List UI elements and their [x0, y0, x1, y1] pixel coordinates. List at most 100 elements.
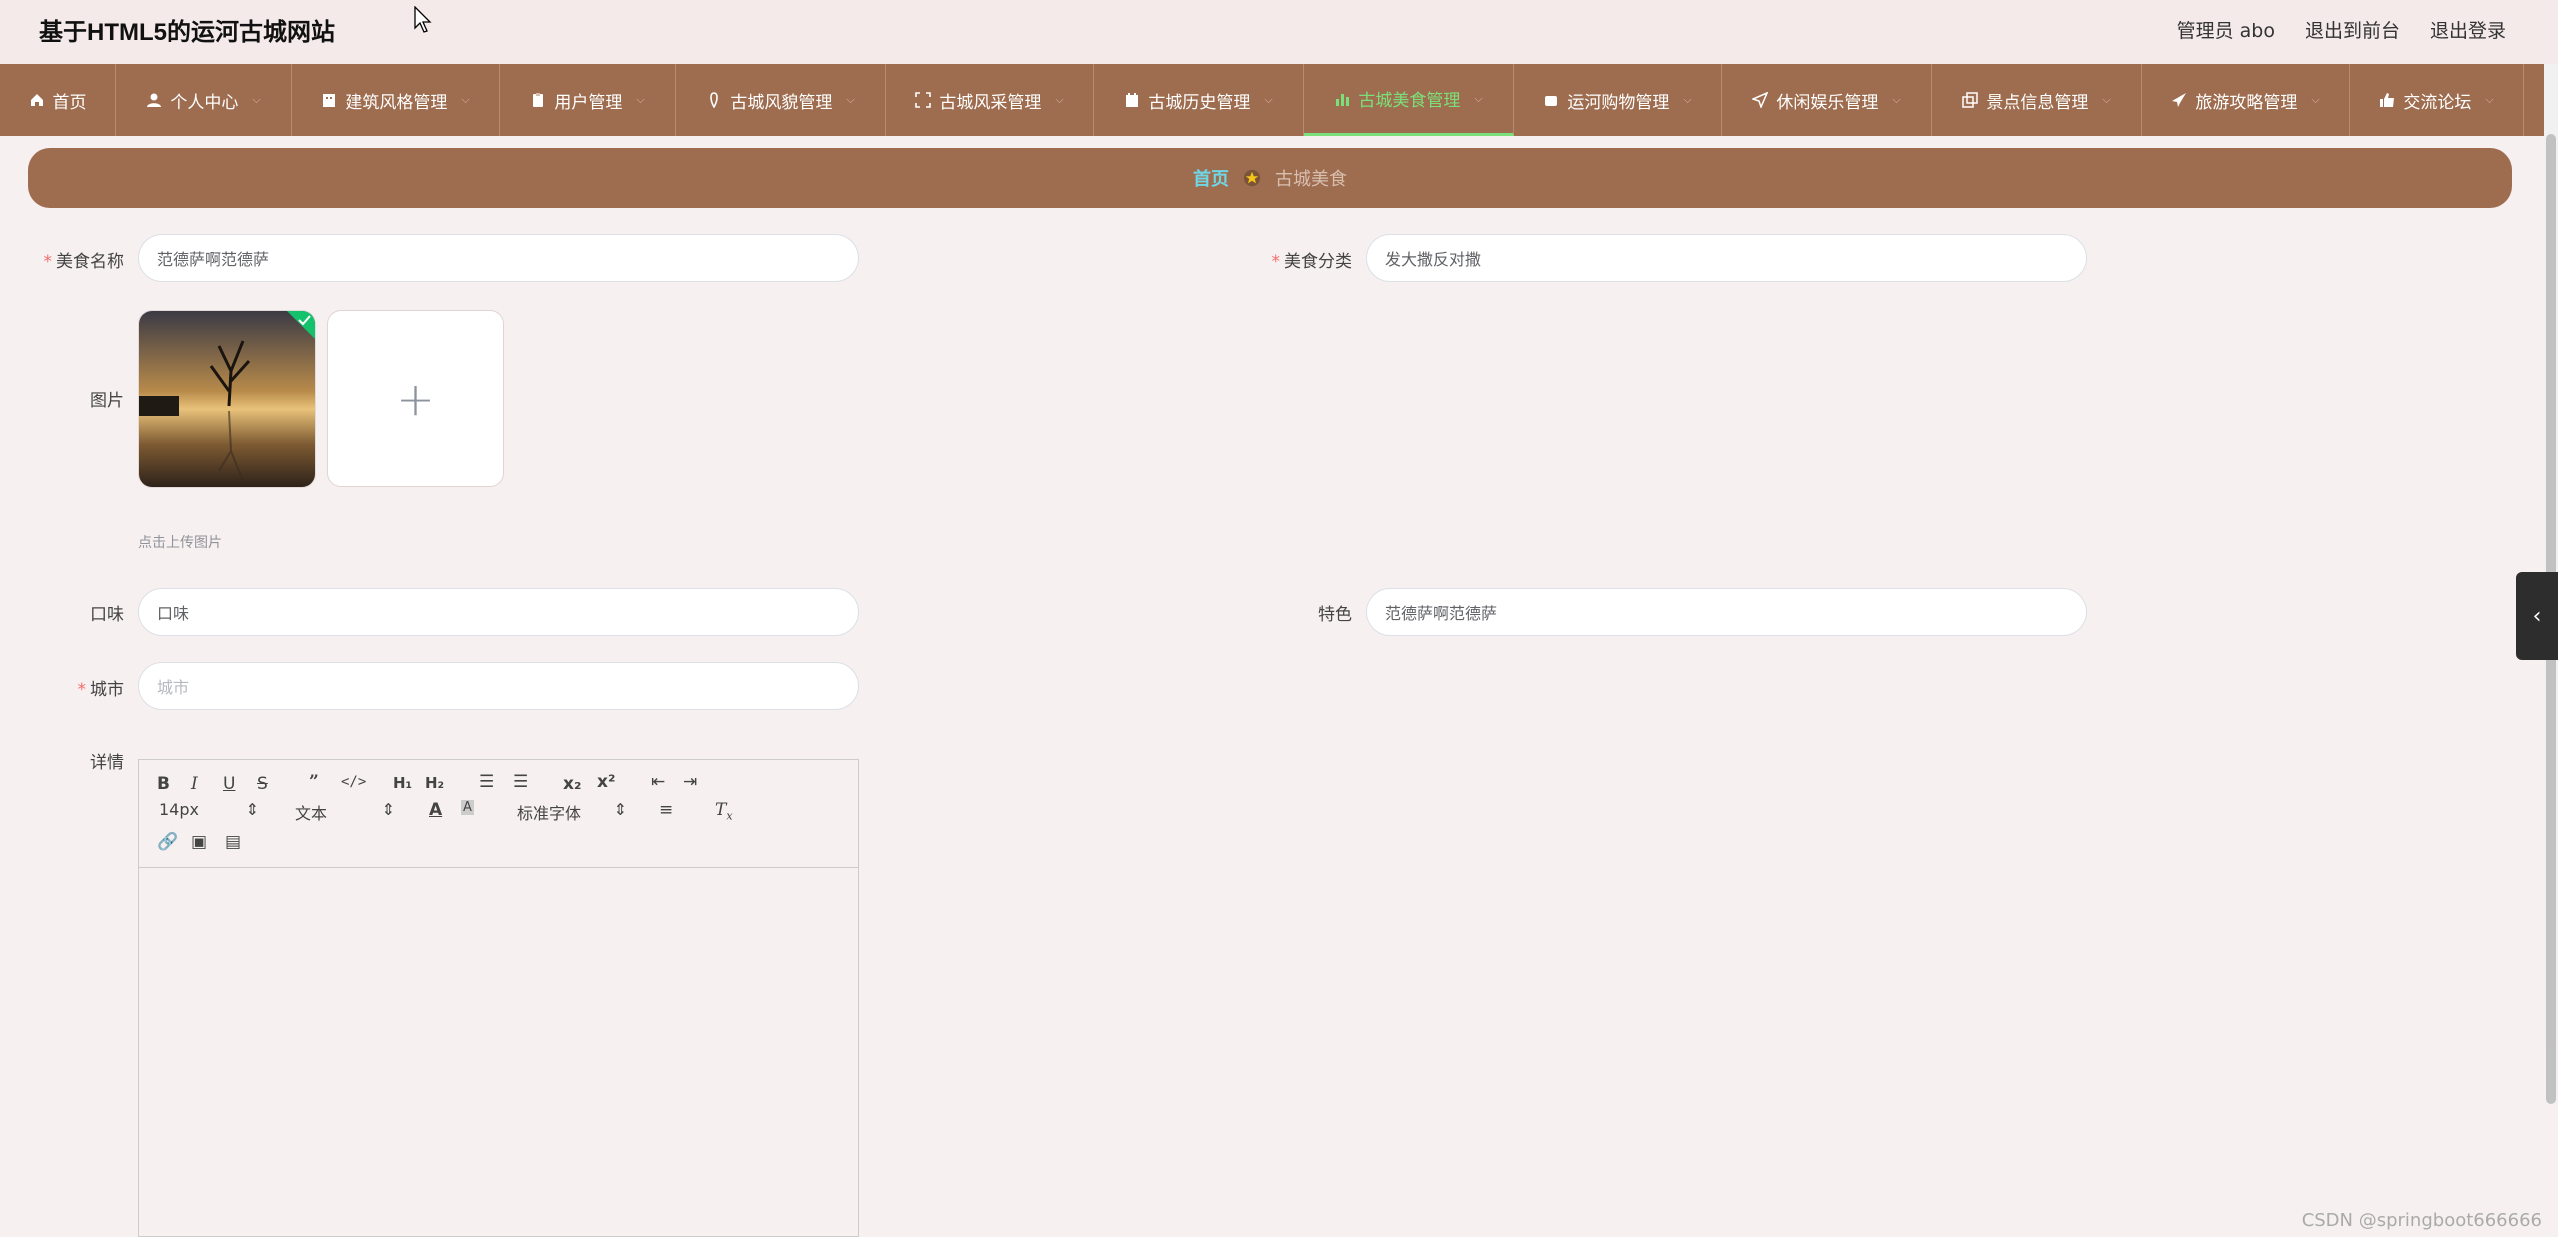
chevron-left-icon: ‹ — [2532, 603, 2542, 629]
nav-item-profile[interactable]: 个人中心 ⌵ — [116, 64, 292, 136]
breadcrumb-current: 古城美食 — [1275, 169, 1347, 190]
chevron-down-icon: ⌵ — [636, 93, 645, 106]
font-color-icon[interactable]: A — [429, 800, 442, 820]
nav-item-architecture[interactable]: 建筑风格管理 ⌵ — [292, 64, 500, 136]
link-icon[interactable]: 🔗 — [157, 832, 178, 852]
nav-item-attractions[interactable]: 景点信息管理 ⌵ — [1932, 64, 2142, 136]
admin-name[interactable]: 管理员 abo — [2177, 16, 2275, 43]
chevron-down-icon: ⌵ — [1683, 93, 1692, 106]
clipboard-icon — [530, 92, 546, 108]
star-icon — [1243, 169, 1261, 187]
frame-icon — [915, 92, 932, 108]
nav-item-scenery[interactable]: 古城风貌管理 ⌵ — [676, 64, 886, 136]
food-name-label: * 美食名称 — [43, 252, 125, 272]
plus-icon: + — [396, 371, 435, 426]
chevron-down-icon: ⌵ — [846, 93, 855, 106]
chevron-down-icon: ⌵ — [1264, 93, 1273, 106]
font-size-select[interactable]: 14px ⇕ — [159, 800, 259, 819]
food-category-label: * 美食分类 — [1271, 252, 1353, 272]
user-icon — [146, 92, 162, 108]
taste-input[interactable]: 口味 — [138, 588, 859, 636]
select-arrows-icon: ⇕ — [613, 800, 627, 819]
chevron-down-icon: ⌵ — [1055, 93, 1064, 106]
nav-item-food[interactable]: 古城美食管理 ⌵ — [1304, 64, 1514, 136]
nav-item-forum[interactable]: 交流论坛 ⌵ — [2350, 64, 2524, 136]
rich-text-editor: B I U S ” </> H₁ H₂ ☰ ☰ x₂ x² ⇤ ⇥ 14px ⇕ … — [138, 759, 859, 1237]
code-icon[interactable]: </> — [341, 774, 366, 790]
chevron-down-icon: ⌵ — [252, 93, 261, 106]
chevron-down-icon: ⌵ — [461, 93, 470, 106]
outdent-icon[interactable]: ⇤ — [651, 772, 665, 792]
uploaded-image-thumbnail[interactable] — [138, 310, 316, 488]
nav-label: 用户管理 — [554, 92, 623, 113]
h1-icon[interactable]: H₁ — [393, 774, 412, 792]
thumb-icon — [2379, 92, 2395, 108]
superscript-icon[interactable]: x² — [597, 772, 615, 792]
nav-item-home[interactable]: 首页 — [0, 64, 116, 136]
city-input[interactable]: 城市 — [138, 662, 859, 710]
video-icon[interactable]: ▤ — [225, 832, 241, 852]
copy-icon — [1962, 92, 1979, 108]
editor-toolbar: B I U S ” </> H₁ H₂ ☰ ☰ x₂ x² ⇤ ⇥ 14px ⇕ … — [139, 760, 858, 868]
bold-icon[interactable]: B — [157, 774, 170, 794]
logout-link[interactable]: 退出登录 — [2430, 16, 2506, 43]
underline-icon[interactable]: U — [223, 774, 235, 794]
upload-button[interactable]: + — [327, 310, 504, 487]
nav-label: 景点信息管理 — [1986, 92, 2089, 113]
back-to-front-link[interactable]: 退出到前台 — [2305, 16, 2400, 43]
send-icon — [1752, 92, 1769, 108]
nav-item-users[interactable]: 用户管理 ⌵ — [500, 64, 676, 136]
nav-label: 旅游攻略管理 — [2195, 92, 2298, 113]
image-label: 图片 — [90, 391, 124, 411]
quote-icon[interactable]: ” — [309, 772, 319, 792]
breadcrumb: 首页 古城美食 — [28, 148, 2512, 208]
clear-format-icon[interactable]: Tx — [715, 800, 733, 822]
ordered-list-icon[interactable]: ☰ — [479, 772, 494, 792]
landscape-image — [139, 311, 315, 487]
nav-item-shopping[interactable]: 运河购物管理 ⌵ — [1514, 64, 1722, 136]
italic-icon[interactable]: I — [191, 774, 198, 794]
chevron-down-icon: ⌵ — [2311, 93, 2320, 106]
food-category-input[interactable]: 发大撒反对撒 — [1366, 234, 2087, 282]
h2-icon[interactable]: H₂ — [425, 774, 444, 792]
food-name-input[interactable]: 范德萨啊范德萨 — [138, 234, 859, 282]
scrollbar-track[interactable] — [2544, 64, 2558, 1104]
nav-item-style[interactable]: 古城风采管理 ⌵ — [886, 64, 1094, 136]
top-right-menu: 管理员 abo 退出到前台 退出登录 — [2177, 16, 2506, 43]
font-size-value: 14px — [159, 800, 199, 819]
nav-label: 古城历史管理 — [1148, 92, 1251, 113]
nav-item-leisure[interactable]: 休闲娱乐管理 ⌵ — [1722, 64, 1932, 136]
side-collapse-tab[interactable]: ‹ — [2516, 572, 2558, 660]
city-label: * 城市 — [77, 680, 125, 700]
background-color-icon[interactable]: A — [461, 800, 474, 815]
nav-item-guides[interactable]: 旅游攻略管理 ⌵ — [2142, 64, 2350, 136]
feature-input[interactable]: 范德萨啊范德萨 — [1366, 588, 2087, 636]
indent-icon[interactable]: ⇥ — [683, 772, 697, 792]
feature-label: 特色 — [1318, 605, 1352, 625]
subscript-icon[interactable]: x₂ — [563, 774, 581, 794]
nav-item-history[interactable]: 古城历史管理 ⌵ — [1094, 64, 1304, 136]
building-icon — [321, 92, 337, 108]
bag-icon — [1543, 92, 1559, 108]
font-family-value: 标准字体 — [517, 804, 582, 823]
font-family-select[interactable]: 标准字体 ⇕ — [517, 800, 627, 824]
header-select-value: 文本 — [295, 804, 328, 823]
header-select[interactable]: 文本 ⇕ — [295, 800, 395, 824]
chevron-down-icon: ⌵ — [2485, 93, 2494, 106]
align-icon[interactable]: ≡ — [659, 800, 673, 820]
nav-label: 运河购物管理 — [1567, 92, 1670, 113]
chevron-down-icon: ⌵ — [1892, 93, 1901, 106]
taste-label: 口味 — [90, 605, 124, 625]
editor-content-area[interactable] — [139, 868, 858, 1236]
image-icon[interactable]: ▣ — [191, 832, 207, 852]
site-title: 基于HTML5的运河古城网站 — [39, 19, 335, 46]
chevron-down-icon: ⌵ — [2102, 93, 2111, 106]
nav-label: 古城风采管理 — [939, 92, 1042, 113]
home-icon — [29, 92, 45, 108]
bullet-list-icon[interactable]: ☰ — [513, 772, 528, 792]
watermark: CSDN @springboot666666 — [2301, 1210, 2542, 1231]
plane-icon — [2171, 92, 2187, 108]
strike-icon[interactable]: S — [257, 774, 268, 794]
detail-label: 详情 — [90, 753, 124, 773]
breadcrumb-home[interactable]: 首页 — [1193, 165, 1229, 191]
